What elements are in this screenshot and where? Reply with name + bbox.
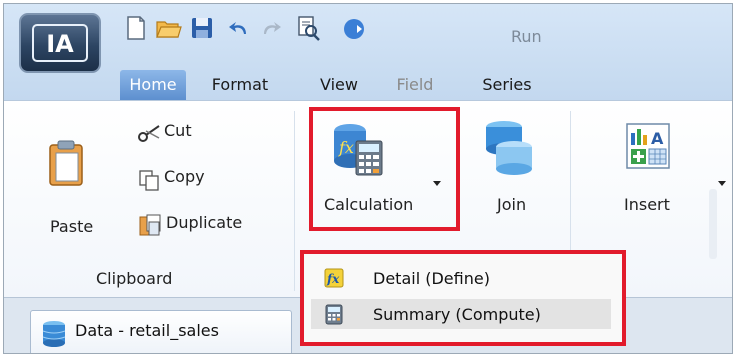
new-document-icon[interactable]: [122, 14, 150, 42]
duplicate-icon: [139, 214, 161, 236]
ribbon-scroll-handle[interactable]: [709, 189, 717, 259]
join-label: Join: [497, 195, 527, 214]
clipboard-group-label: Clipboard: [96, 269, 173, 288]
menu-highlight-box: [300, 250, 626, 346]
calculation-highlight-box: [309, 107, 460, 231]
svg-text:A: A: [651, 129, 664, 148]
title-bar: IA Run Home Format View Field Series: [4, 4, 732, 100]
insert-label: Insert: [624, 195, 670, 214]
database-icon: [42, 321, 66, 347]
join-database-icon: [486, 121, 532, 175]
duplicate-label: Duplicate: [166, 213, 243, 232]
paste-label: Paste: [50, 217, 94, 236]
insert-chart-icon: A: [626, 123, 670, 169]
scissors-icon: [138, 125, 160, 142]
tab-view[interactable]: View: [312, 70, 366, 100]
preview-icon[interactable]: [294, 14, 322, 42]
open-folder-icon[interactable]: [154, 14, 182, 42]
ribbon-separator: [294, 111, 295, 291]
tab-home[interactable]: Home: [120, 70, 186, 100]
run-icon[interactable]: [340, 14, 368, 42]
tab-field[interactable]: Field: [388, 70, 442, 100]
ribbon-more-caret[interactable]: [718, 181, 726, 186]
copy-label: Copy: [164, 167, 205, 186]
app-logo: IA: [32, 24, 88, 62]
run-label[interactable]: Run: [511, 27, 542, 46]
app-window: IA Run Home Format View Field Series Pas…: [3, 3, 733, 354]
paste-icon: [49, 140, 83, 186]
app-menu-button[interactable]: IA: [19, 13, 101, 73]
tab-format[interactable]: Format: [200, 70, 280, 100]
undo-icon[interactable]: [226, 14, 254, 42]
data-tab-label: Data - retail_sales: [75, 321, 219, 340]
save-icon[interactable]: [188, 14, 216, 42]
tab-series[interactable]: Series: [474, 70, 540, 100]
cut-label: Cut: [164, 121, 192, 140]
copy-icon: [139, 170, 159, 191]
redo-icon[interactable]: [256, 14, 284, 42]
data-tab[interactable]: Data - retail_sales: [30, 310, 292, 353]
